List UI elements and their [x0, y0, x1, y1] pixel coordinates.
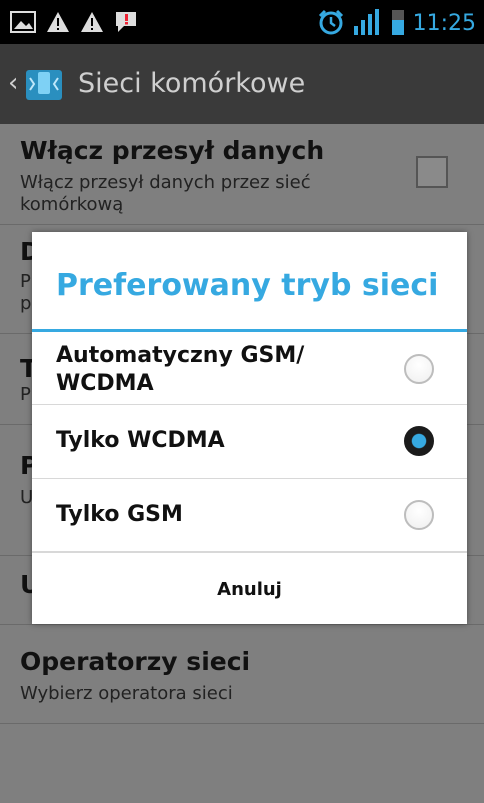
radio-gsm-only[interactable] — [404, 500, 434, 530]
setting-summary: Wybierz operatora sieci — [20, 683, 233, 704]
page-title: Sieci komórkowe — [78, 68, 306, 99]
radio-wcdma-only[interactable] — [404, 426, 434, 456]
battery-icon — [391, 8, 405, 40]
setting-summary: P — [20, 384, 31, 405]
setting-data-enabled[interactable]: Włącz przesył danych Włącz przesył danyc… — [0, 124, 484, 225]
clock-time: 11:25 — [412, 11, 476, 36]
setting-summary: P p — [20, 271, 32, 314]
action-bar: ‹ Sieci komórkowe — [0, 44, 484, 124]
option-wcdma-only[interactable]: Tylko WCDMA — [32, 405, 467, 479]
option-auto-gsm-wcdma[interactable]: Automatyczny GSM/ WCDMA — [32, 332, 467, 405]
dialog-buttons: Anuluj — [32, 552, 467, 625]
mobile-network-icon[interactable] — [24, 64, 64, 104]
warning-icon — [46, 11, 70, 37]
setting-network-operators[interactable]: Operatorzy sieci Wybierz operatora sieci — [0, 625, 484, 724]
setting-title: Włącz przesył danych — [20, 136, 325, 165]
back-chevron-icon[interactable]: ‹ — [8, 70, 18, 96]
warning-icon — [80, 11, 104, 37]
network-mode-dialog: Preferowany tryb sieci Automatyczny GSM/… — [32, 232, 467, 624]
radio-auto-gsm-wcdma[interactable] — [404, 354, 434, 384]
cancel-button[interactable]: Anuluj — [32, 553, 467, 625]
data-enabled-checkbox[interactable] — [416, 156, 448, 188]
option-gsm-only[interactable]: Tylko GSM — [32, 479, 467, 552]
notification-icon — [114, 10, 138, 38]
image-icon — [10, 11, 36, 37]
alarm-icon — [317, 8, 345, 40]
setting-title: Operatorzy sieci — [20, 647, 251, 676]
setting-summary: Włącz przesył danych przez sieć komórkow… — [20, 172, 311, 215]
signal-icon — [353, 8, 383, 40]
option-label: Automatyczny GSM/ WCDMA — [56, 343, 305, 396]
system-icons: 11:25 — [317, 8, 476, 40]
status-bar: 11:25 — [0, 0, 484, 44]
dialog-title: Preferowany tryb sieci — [56, 268, 439, 303]
option-label: Tylko WCDMA — [56, 428, 225, 453]
notification-icons — [10, 10, 138, 38]
option-label: Tylko GSM — [56, 502, 183, 527]
